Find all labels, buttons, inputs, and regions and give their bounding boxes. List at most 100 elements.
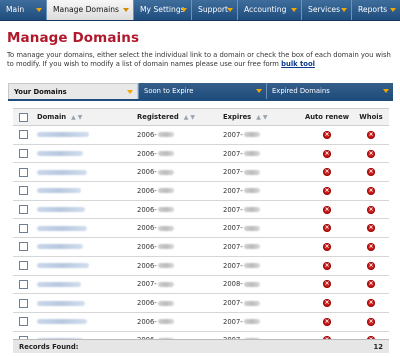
subtab-expired-domains[interactable]: Expired Domains (266, 83, 393, 99)
x-circle-icon[interactable]: × (323, 130, 331, 139)
x-circle-icon[interactable]: × (367, 242, 375, 251)
nav-tab-reports[interactable]: Reports (352, 0, 400, 20)
registered-cell: 2006- (133, 168, 219, 176)
x-circle-icon[interactable]: × (323, 224, 331, 233)
domain-cell[interactable] (33, 262, 133, 270)
subtab-your-domains[interactable]: Your Domains (8, 83, 138, 99)
table-row[interactable]: 2007- 2008- × × (13, 276, 389, 295)
table-row[interactable]: 2006- 2007- × × (13, 201, 389, 220)
x-circle-icon[interactable]: × (367, 186, 375, 195)
row-checkbox[interactable] (18, 205, 28, 215)
x-circle-icon[interactable]: × (323, 205, 331, 214)
domain-link-redacted[interactable] (37, 300, 85, 306)
table-row[interactable]: 2006- 2007- × × (13, 238, 389, 257)
intro-paragraph: To manage your domains, either select th… (7, 51, 391, 68)
sort-arrows-icon[interactable]: ▲▼ (184, 114, 197, 121)
expires-value: 2007- (223, 205, 243, 214)
table-row[interactable]: 2006- 2007- × × (13, 145, 389, 164)
x-circle-icon[interactable]: × (367, 280, 375, 289)
registered-value: 2006- (137, 317, 157, 326)
x-circle-icon[interactable]: × (323, 280, 331, 289)
header-domain[interactable]: Domain ▲▼ (33, 113, 133, 121)
domain-cell[interactable] (33, 131, 133, 139)
domain-cell[interactable] (33, 150, 133, 158)
x-circle-icon[interactable]: × (367, 261, 375, 270)
row-checkbox[interactable] (18, 223, 28, 233)
row-checkbox[interactable] (18, 130, 28, 140)
whois-cell: × (353, 280, 389, 289)
domain-link-redacted[interactable] (37, 244, 83, 250)
domain-link-redacted[interactable] (37, 188, 81, 194)
subtab-soon-to-expire[interactable]: Soon to Expire (138, 83, 266, 99)
x-circle-icon[interactable]: × (323, 299, 331, 308)
table-row[interactable]: 2006- 2007- × × (13, 313, 389, 332)
header-registered[interactable]: Registered ▲▼ (133, 113, 219, 121)
domain-link-redacted[interactable] (37, 263, 89, 269)
registered-cell: 2006- (133, 243, 219, 251)
domain-cell[interactable] (33, 318, 133, 326)
row-checkbox[interactable] (18, 298, 28, 308)
x-circle-icon[interactable]: × (367, 299, 375, 308)
x-circle-icon[interactable]: × (323, 242, 331, 251)
table-row[interactable]: 2006- 2007- × × (13, 163, 389, 183)
domain-link-redacted[interactable] (37, 319, 87, 325)
row-checkbox[interactable] (18, 279, 28, 289)
x-circle-icon[interactable]: × (367, 317, 375, 326)
select-all-checkbox[interactable] (18, 112, 28, 122)
nav-tab-support[interactable]: Support (192, 0, 238, 20)
sort-arrows-icon[interactable]: ▲▼ (71, 114, 84, 121)
x-circle-icon[interactable]: × (323, 261, 331, 270)
records-count: 12 (373, 342, 383, 351)
x-circle-icon[interactable]: × (367, 224, 375, 233)
domain-cell[interactable] (33, 206, 133, 214)
table-row[interactable]: 2006- 2007- × × (13, 219, 389, 239)
row-checkbox[interactable] (18, 261, 28, 271)
domain-cell[interactable] (33, 243, 133, 251)
bulk-tool-link[interactable]: bulk tool (281, 60, 315, 68)
x-circle-icon[interactable]: × (367, 130, 375, 139)
nav-tab-services[interactable]: Services (302, 0, 352, 20)
x-circle-icon[interactable]: × (323, 149, 331, 158)
nav-tab-my-settings[interactable]: My Settings (134, 0, 192, 20)
domain-cell[interactable] (33, 280, 133, 288)
nav-tab-label: My Settings (140, 5, 185, 14)
table-row[interactable]: 2006- 2007- × × (13, 257, 389, 276)
table-row[interactable]: 2006- 2007- × × (13, 126, 389, 145)
expires-cell: 2007- (219, 299, 301, 307)
row-checkbox[interactable] (18, 242, 28, 252)
domain-link-redacted[interactable] (37, 225, 87, 231)
dropdown-arrow-icon (291, 8, 297, 12)
nav-tab-manage-domains[interactable]: Manage Domains (47, 0, 134, 20)
whois-cell: × (353, 317, 389, 326)
x-circle-icon[interactable]: × (367, 149, 375, 158)
row-checkbox-cell (13, 205, 33, 215)
table-row[interactable]: 2006- 2007- × × (13, 182, 389, 201)
registered-value: 2006- (137, 168, 157, 177)
x-circle-icon[interactable]: × (323, 168, 331, 177)
table-row[interactable]: 2006- 2007- × × (13, 294, 389, 313)
expires-value: 2007- (223, 224, 243, 233)
domain-link-redacted[interactable] (37, 151, 83, 157)
nav-tab-main[interactable]: Main (0, 0, 47, 20)
redacted-date (157, 225, 174, 231)
expires-cell: 2007- (219, 131, 301, 139)
row-checkbox[interactable] (18, 317, 28, 327)
domain-link-redacted[interactable] (37, 132, 89, 138)
domain-cell[interactable] (33, 187, 133, 195)
x-circle-icon[interactable]: × (367, 205, 375, 214)
sort-arrows-icon[interactable]: ▲▼ (256, 114, 269, 121)
domain-link-redacted[interactable] (37, 281, 81, 287)
header-expires[interactable]: Expires ▲▼ (219, 113, 301, 121)
row-checkbox[interactable] (18, 149, 28, 159)
x-circle-icon[interactable]: × (323, 317, 331, 326)
domain-link-redacted[interactable] (37, 207, 85, 213)
row-checkbox[interactable] (18, 167, 28, 177)
domain-cell[interactable] (33, 299, 133, 307)
x-circle-icon[interactable]: × (367, 168, 375, 177)
row-checkbox[interactable] (18, 186, 28, 196)
domain-link-redacted[interactable] (37, 169, 87, 175)
domain-cell[interactable] (33, 224, 133, 232)
x-circle-icon[interactable]: × (323, 186, 331, 195)
domain-cell[interactable] (33, 168, 133, 176)
nav-tab-accounting[interactable]: Accounting (238, 0, 302, 20)
